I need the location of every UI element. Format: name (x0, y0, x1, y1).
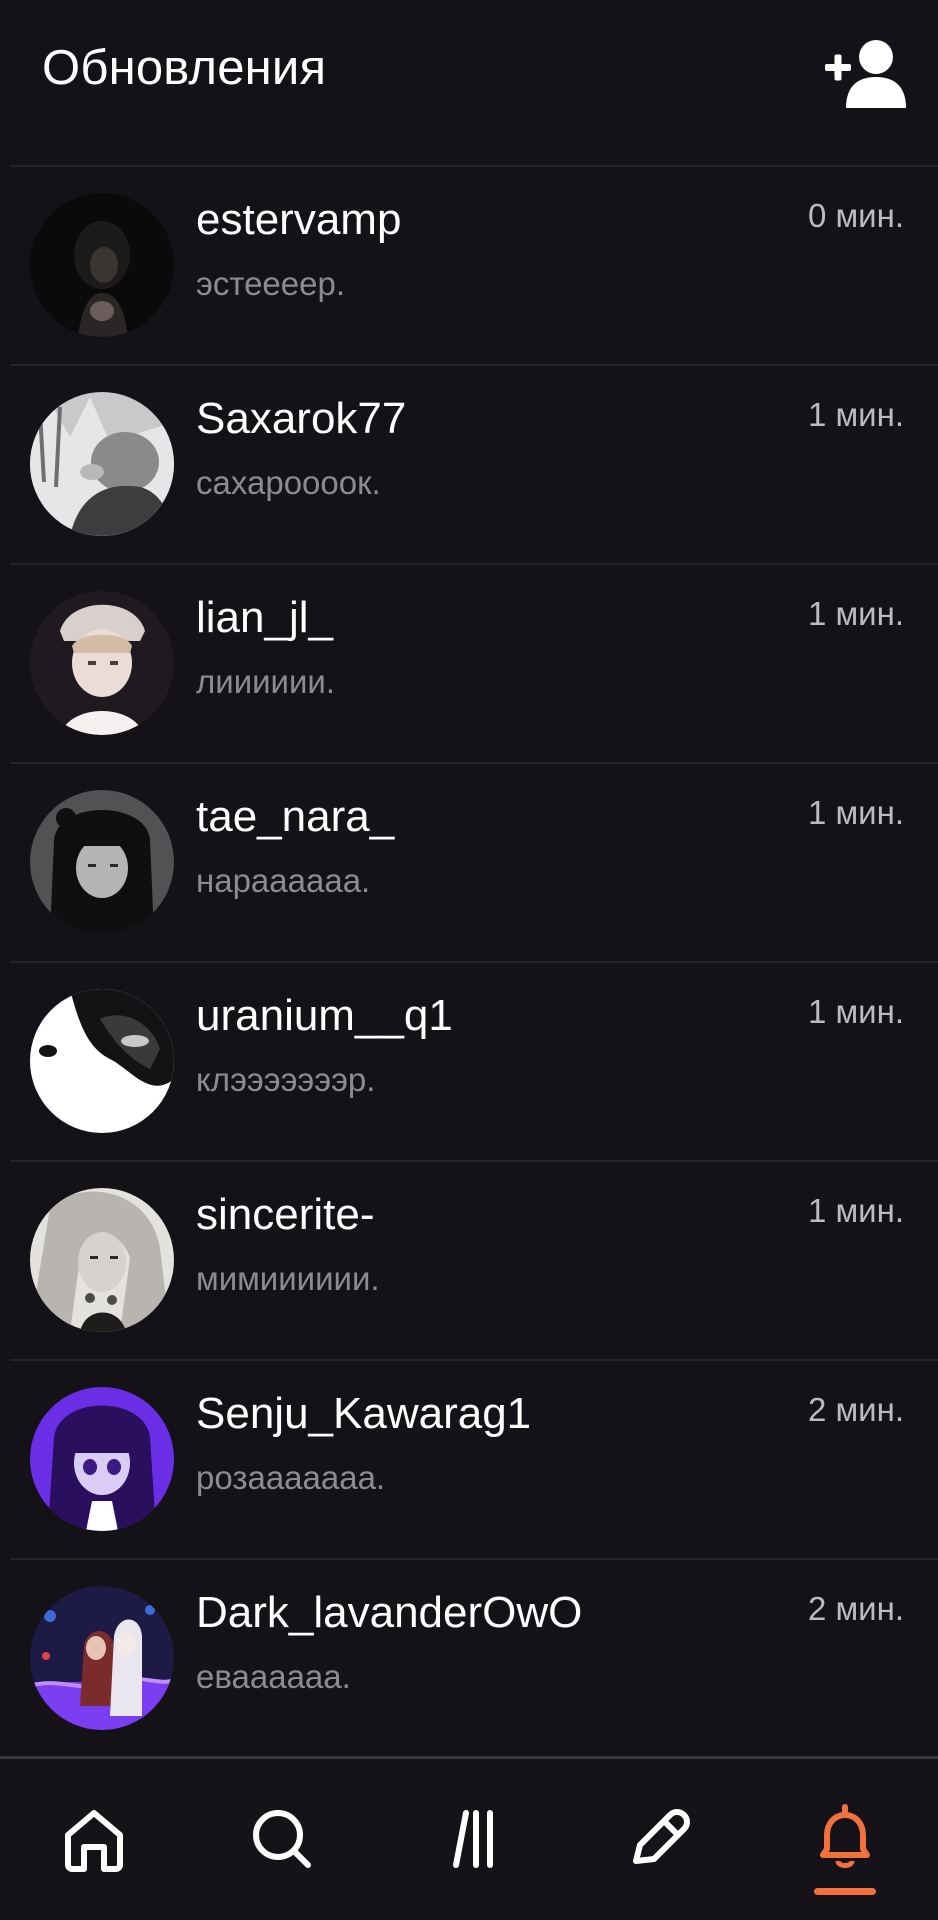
page-title: Обновления (42, 41, 327, 95)
search-icon (253, 1810, 311, 1868)
update-row[interactable]: Dark_lavanderOwO еваааааа. 2 мин. (10, 1558, 938, 1757)
avatar[interactable] (30, 1586, 174, 1730)
username[interactable]: Senju_Kawarag1 (196, 1389, 531, 1439)
timestamp: 2 мин. (807, 1590, 904, 1627)
message-preview: мимииииии. (196, 1260, 380, 1297)
bottom-nav (0, 1756, 938, 1920)
nav-home-button[interactable] (54, 1799, 134, 1879)
update-row[interactable]: estervamp эстеееер. 0 мин. (10, 165, 938, 364)
timestamp: 1 мин. (807, 396, 904, 433)
avatar[interactable] (30, 1188, 174, 1332)
timestamp: 1 мин. (807, 595, 904, 632)
update-row[interactable]: Senju_Kawarag1 розааааааа. 2 мин. (10, 1359, 938, 1558)
message-preview: клэээээээр. (196, 1061, 376, 1098)
feed-icon (453, 1810, 493, 1868)
nav-feed-button[interactable] (430, 1799, 510, 1879)
bell-icon (820, 1804, 870, 1868)
update-row[interactable]: sincerite- мимииииии. 1 мин. (10, 1160, 938, 1359)
avatar[interactable] (30, 790, 174, 934)
nav-write-button[interactable] (618, 1799, 698, 1879)
message-preview: нараааааа. (196, 862, 371, 899)
pencil-icon (633, 1809, 690, 1864)
updates-list: estervamp эстеееер. 0 мин. Saxarok77 сах… (0, 165, 938, 1757)
username[interactable]: sincerite- (196, 1190, 375, 1240)
username[interactable]: lian_jl_ (196, 593, 333, 643)
update-row[interactable]: uranium__q1 клэээээээр. 1 мин. (10, 961, 938, 1160)
timestamp: 1 мин. (807, 794, 904, 831)
message-preview: розааааааа. (196, 1459, 386, 1496)
timestamp: 1 мин. (807, 1192, 904, 1229)
header: Обновления (0, 0, 938, 165)
active-tab-indicator (814, 1888, 876, 1895)
avatar[interactable] (30, 1387, 174, 1531)
home-icon (65, 1810, 123, 1872)
nav-notifications-button[interactable] (805, 1799, 885, 1879)
message-preview: сахароооок. (196, 464, 381, 501)
add-person-icon (825, 40, 906, 108)
message-preview: эстеееер. (196, 265, 346, 302)
timestamp: 0 мин. (807, 197, 904, 234)
message-preview: лииииии. (196, 663, 336, 700)
update-row[interactable]: Saxarok77 сахароооок. 1 мин. (10, 364, 938, 563)
username[interactable]: estervamp (196, 195, 401, 245)
add-friend-button[interactable] (818, 30, 908, 110)
avatar[interactable] (30, 193, 174, 337)
avatar[interactable] (30, 989, 174, 1133)
timestamp: 2 мин. (807, 1391, 904, 1428)
avatar[interactable] (30, 591, 174, 735)
timestamp: 1 мин. (807, 993, 904, 1030)
nav-search-button[interactable] (242, 1799, 322, 1879)
avatar[interactable] (30, 392, 174, 536)
username[interactable]: uranium__q1 (196, 991, 453, 1041)
username[interactable]: Dark_lavanderOwO (196, 1588, 582, 1638)
update-row[interactable]: lian_jl_ лииииии. 1 мин. (10, 563, 938, 762)
message-preview: еваааааа. (196, 1658, 351, 1695)
update-row[interactable]: tae_nara_ нараааааа. 1 мин. (10, 762, 938, 961)
username[interactable]: tae_nara_ (196, 792, 394, 842)
username[interactable]: Saxarok77 (196, 394, 406, 444)
